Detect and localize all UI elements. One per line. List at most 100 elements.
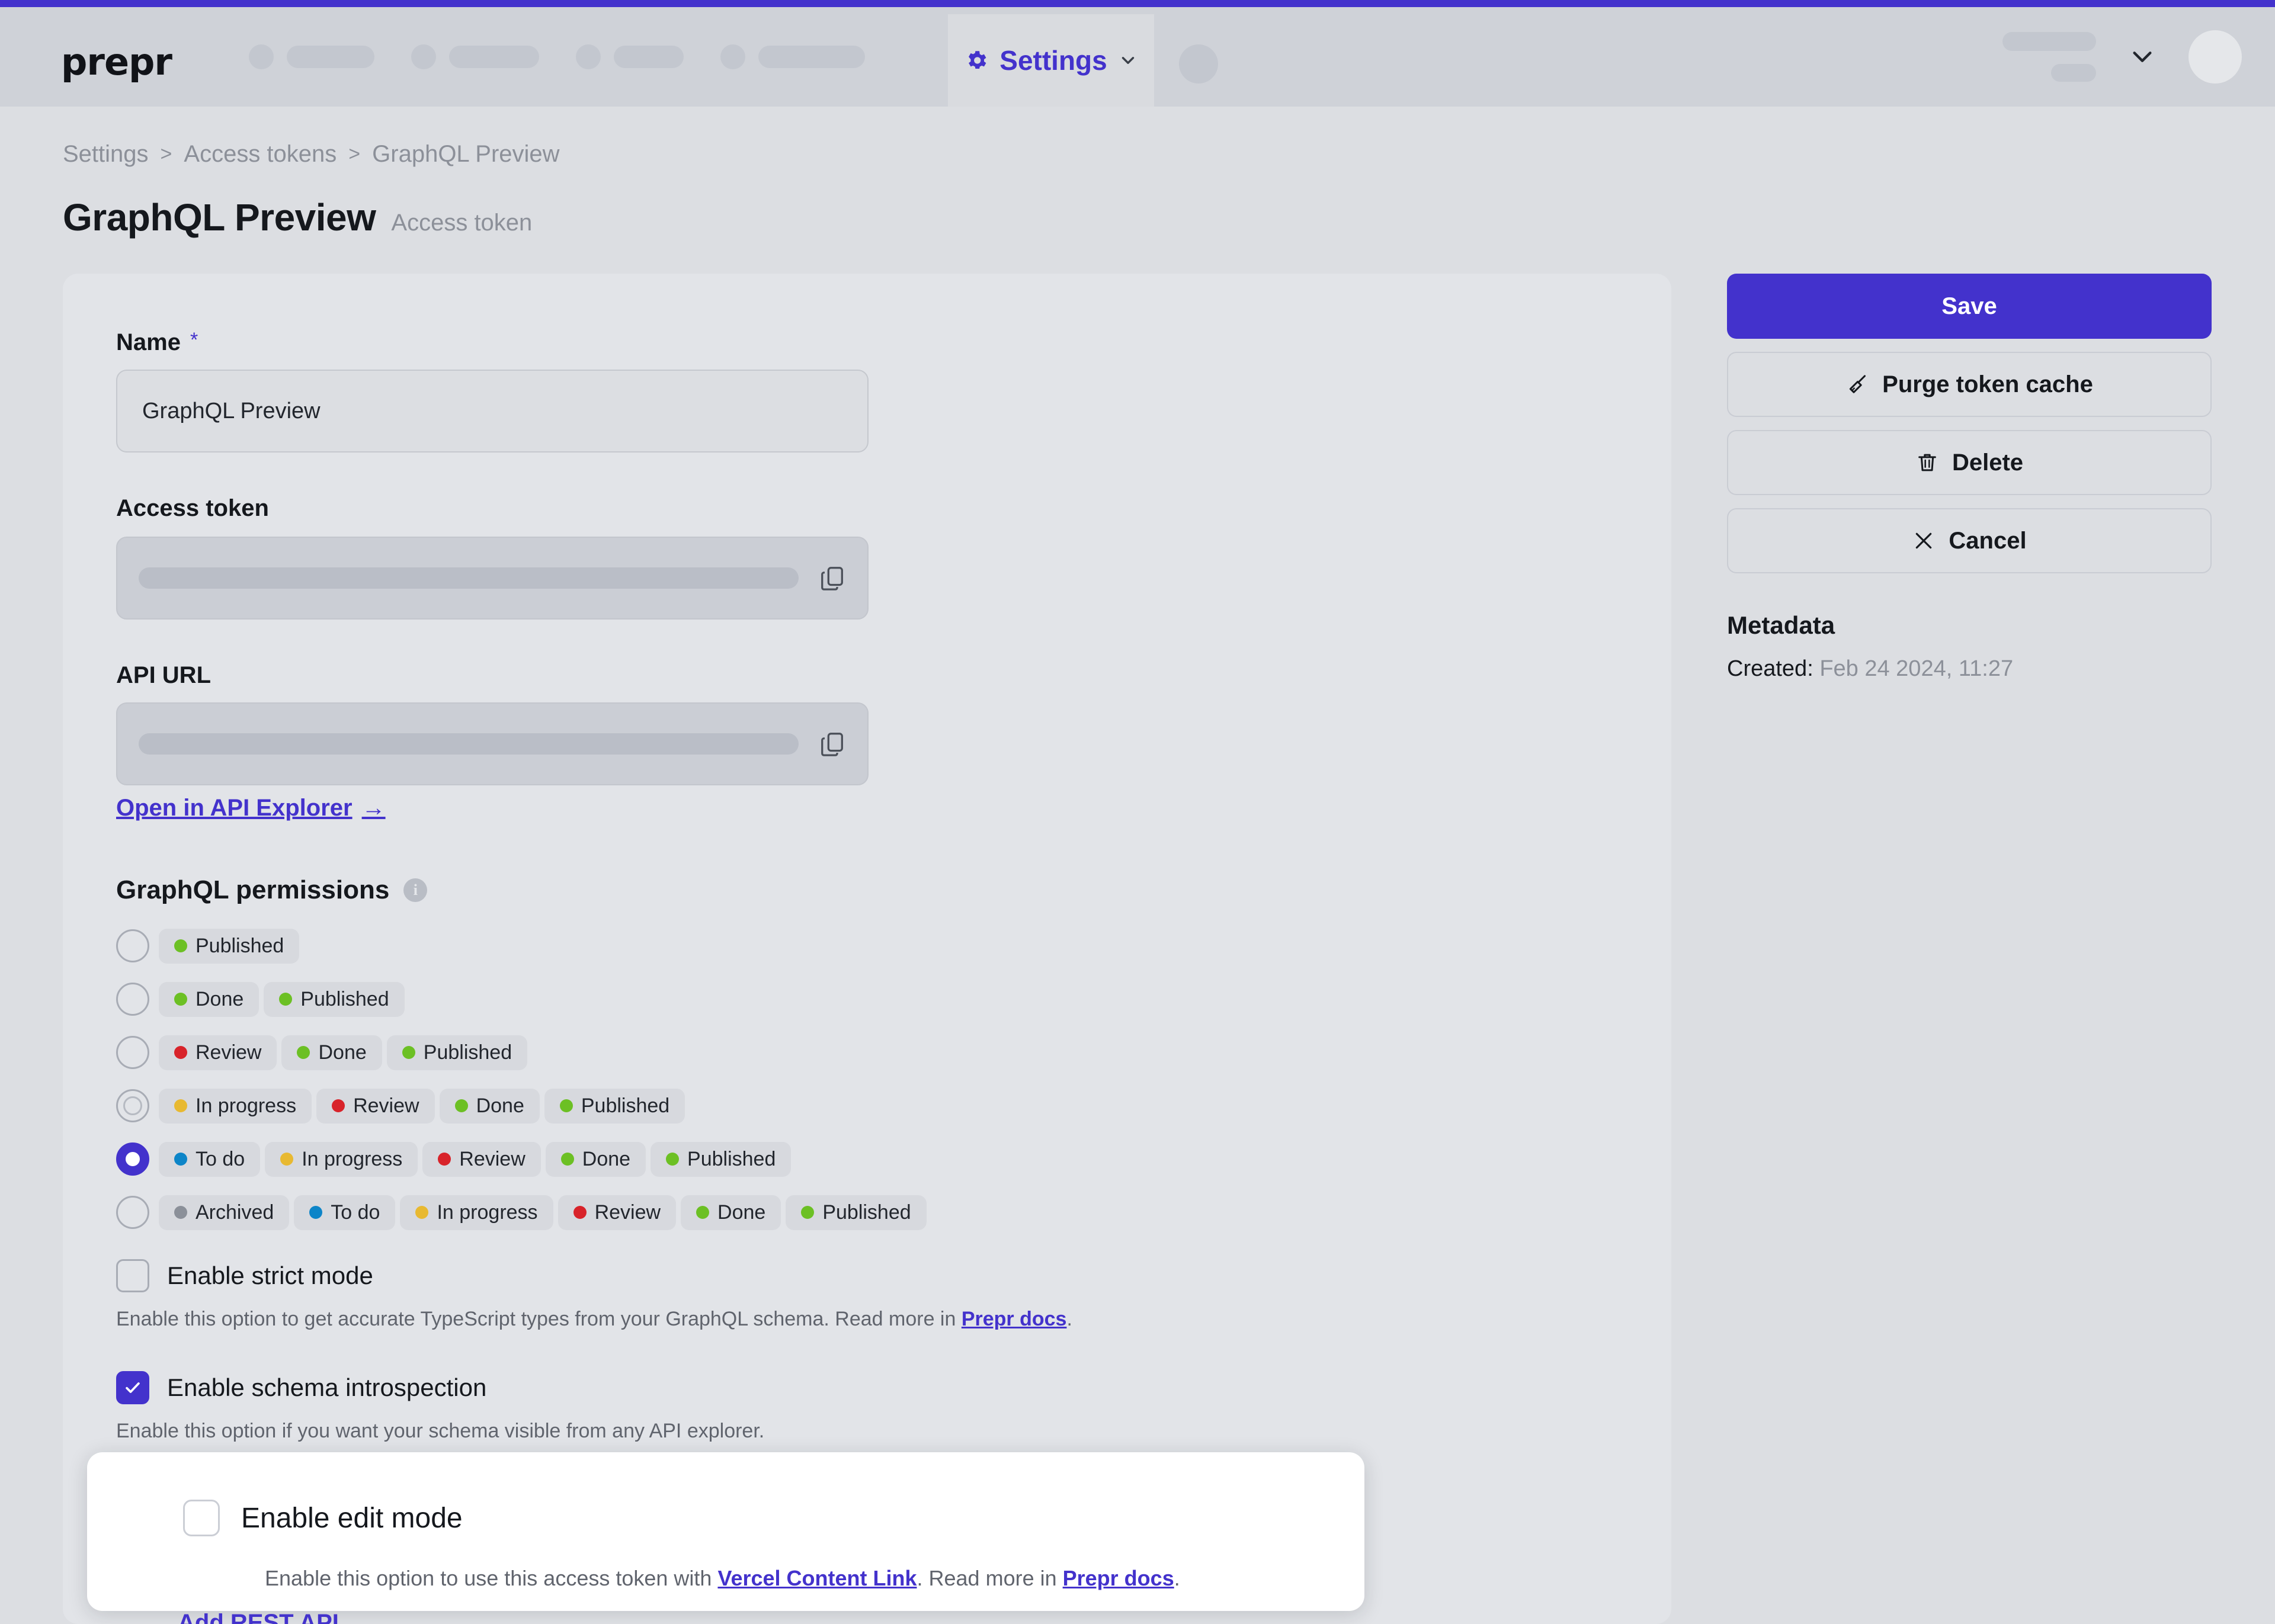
permission-option-row[interactable]: Review Done Published: [116, 1026, 931, 1079]
tab-settings[interactable]: Settings: [948, 14, 1154, 107]
status-pill-label: Done: [717, 1201, 765, 1224]
status-dot-icon: [309, 1206, 322, 1219]
api-url-masked-value: [139, 733, 799, 755]
status-dot-icon: [174, 1046, 187, 1059]
broom-icon: [1845, 373, 1869, 396]
strict-mode-description: Enable this option to get accurate TypeS…: [116, 1308, 1072, 1331]
status-dot-icon: [174, 1206, 187, 1219]
copy-icon[interactable]: [819, 564, 846, 592]
save-button[interactable]: Save: [1727, 274, 2212, 339]
permission-option-row[interactable]: Published: [116, 919, 931, 973]
info-icon[interactable]: i: [403, 878, 427, 902]
nav-skeleton-bar: [287, 46, 374, 68]
status-dot-icon: [280, 1153, 293, 1166]
status-pill: Published: [387, 1035, 527, 1070]
breadcrumb: Settings > Access tokens > GraphQL Previ…: [63, 141, 560, 168]
status-pill-label: Review: [595, 1201, 661, 1224]
status-dot-icon: [573, 1206, 587, 1219]
edit-mode-desc-part1: Enable this option to use this access to…: [265, 1566, 717, 1590]
status-pill-label: Published: [687, 1148, 776, 1171]
strict-mode-row[interactable]: Enable strict mode: [116, 1259, 1072, 1292]
status-pill-label: Published: [822, 1201, 911, 1224]
permission-radio-3[interactable]: [116, 1036, 149, 1069]
permission-option-row[interactable]: In progressReviewDonePublished: [116, 1079, 931, 1132]
status-pill-label: Review: [459, 1148, 525, 1171]
status-pill-label: Review: [353, 1095, 419, 1118]
breadcrumb-separator: >: [161, 143, 172, 166]
permission-option-row[interactable]: DonePublished: [116, 973, 931, 1026]
required-marker: *: [190, 329, 198, 352]
graphql-permissions-title: GraphQL permissions: [116, 875, 389, 905]
permission-radio-2[interactable]: [116, 983, 149, 1016]
status-pill-label: Published: [581, 1095, 669, 1118]
delete-button[interactable]: Delete: [1727, 430, 2212, 495]
permission-radio-1[interactable]: [116, 929, 149, 962]
add-rest-api-link[interactable]: Add REST API: [178, 1610, 339, 1624]
name-input[interactable]: GraphQL Preview: [116, 370, 869, 452]
permissions-radio-group: PublishedDonePublishedReviewDonePublishe…: [116, 919, 931, 1239]
cancel-button[interactable]: Cancel: [1727, 508, 2212, 573]
strict-mode-toggle-block: Enable strict mode Enable this option to…: [116, 1259, 1072, 1331]
status-pill: Published: [159, 929, 299, 964]
schema-introspection-label: Enable schema introspection: [167, 1373, 486, 1402]
chevron-down-icon[interactable]: [2129, 48, 2155, 66]
status-pill-label: Done: [318, 1041, 366, 1064]
close-icon: [1912, 529, 1936, 553]
chevron-down-icon: [1118, 50, 1138, 70]
breadcrumb-item-current[interactable]: GraphQL Preview: [372, 141, 559, 168]
app-logo[interactable]: prepr: [61, 40, 172, 84]
permission-radio-4[interactable]: [116, 1089, 149, 1122]
page-subtitle: Access token: [391, 210, 532, 236]
edit-mode-row[interactable]: Enable edit mode: [183, 1500, 463, 1536]
check-icon: [123, 1378, 143, 1398]
status-pill: Review: [159, 1035, 277, 1070]
status-dot-icon: [174, 993, 187, 1006]
save-button-label: Save: [1941, 293, 1997, 320]
breadcrumb-item-access-tokens[interactable]: Access tokens: [184, 141, 337, 168]
name-input-value: GraphQL Preview: [142, 399, 321, 424]
status-dot-icon: [666, 1153, 679, 1166]
copy-icon[interactable]: [819, 730, 846, 758]
status-pill: Done: [281, 1035, 382, 1070]
avatar[interactable]: [2189, 30, 2242, 84]
delete-button-label: Delete: [1952, 450, 2023, 476]
strict-mode-checkbox[interactable]: [116, 1259, 149, 1292]
schema-introspection-checkbox[interactable]: [116, 1371, 149, 1404]
vercel-content-link[interactable]: Vercel Content Link: [717, 1566, 917, 1590]
prepr-docs-link[interactable]: Prepr docs: [962, 1308, 1067, 1330]
gear-icon: [964, 48, 989, 73]
status-dot-icon: [174, 1099, 187, 1112]
open-in-api-explorer-link[interactable]: Open in API Explorer →: [116, 795, 386, 821]
cancel-button-label: Cancel: [1949, 528, 2026, 554]
status-dot-icon: [438, 1153, 451, 1166]
status-pill: Archived: [159, 1195, 289, 1230]
status-pill-label: Published: [424, 1041, 512, 1064]
edit-mode-checkbox[interactable]: [183, 1500, 220, 1536]
prepr-docs-link[interactable]: Prepr docs: [1063, 1566, 1174, 1590]
permission-option-row[interactable]: To doIn progressReviewDonePublished: [116, 1132, 931, 1186]
nav-skeleton-icon: [411, 44, 436, 69]
status-pill-label: Archived: [196, 1201, 274, 1224]
api-url-input[interactable]: [116, 702, 869, 785]
permission-radio-5[interactable]: [116, 1142, 149, 1176]
breadcrumb-separator: >: [348, 143, 360, 166]
top-navigation-bar: prepr Settings: [0, 7, 2275, 107]
status-pill: Published: [786, 1195, 926, 1230]
schema-introspection-row[interactable]: Enable schema introspection: [116, 1371, 764, 1404]
permission-option-row[interactable]: ArchivedTo doIn progressReviewDonePublis…: [116, 1186, 931, 1239]
purge-token-cache-button[interactable]: Purge token cache: [1727, 352, 2212, 417]
strict-mode-desc-text: Enable this option to get accurate TypeS…: [116, 1308, 962, 1330]
edit-mode-desc-part3: .: [1174, 1566, 1180, 1590]
name-field-label: Name: [116, 329, 181, 356]
status-pill-label: In progress: [302, 1148, 402, 1171]
nav-skeleton-icon: [720, 44, 745, 69]
access-token-masked-value: [139, 567, 799, 589]
status-pill-label: To do: [196, 1148, 245, 1171]
permission-radio-6[interactable]: [116, 1196, 149, 1229]
breadcrumb-item-settings[interactable]: Settings: [63, 141, 149, 168]
status-pill-label: Done: [196, 988, 243, 1011]
access-token-input[interactable]: [116, 537, 869, 620]
status-pill: To do: [159, 1142, 260, 1177]
status-pill: In progress: [400, 1195, 553, 1230]
status-pill-label: Published: [196, 935, 284, 958]
